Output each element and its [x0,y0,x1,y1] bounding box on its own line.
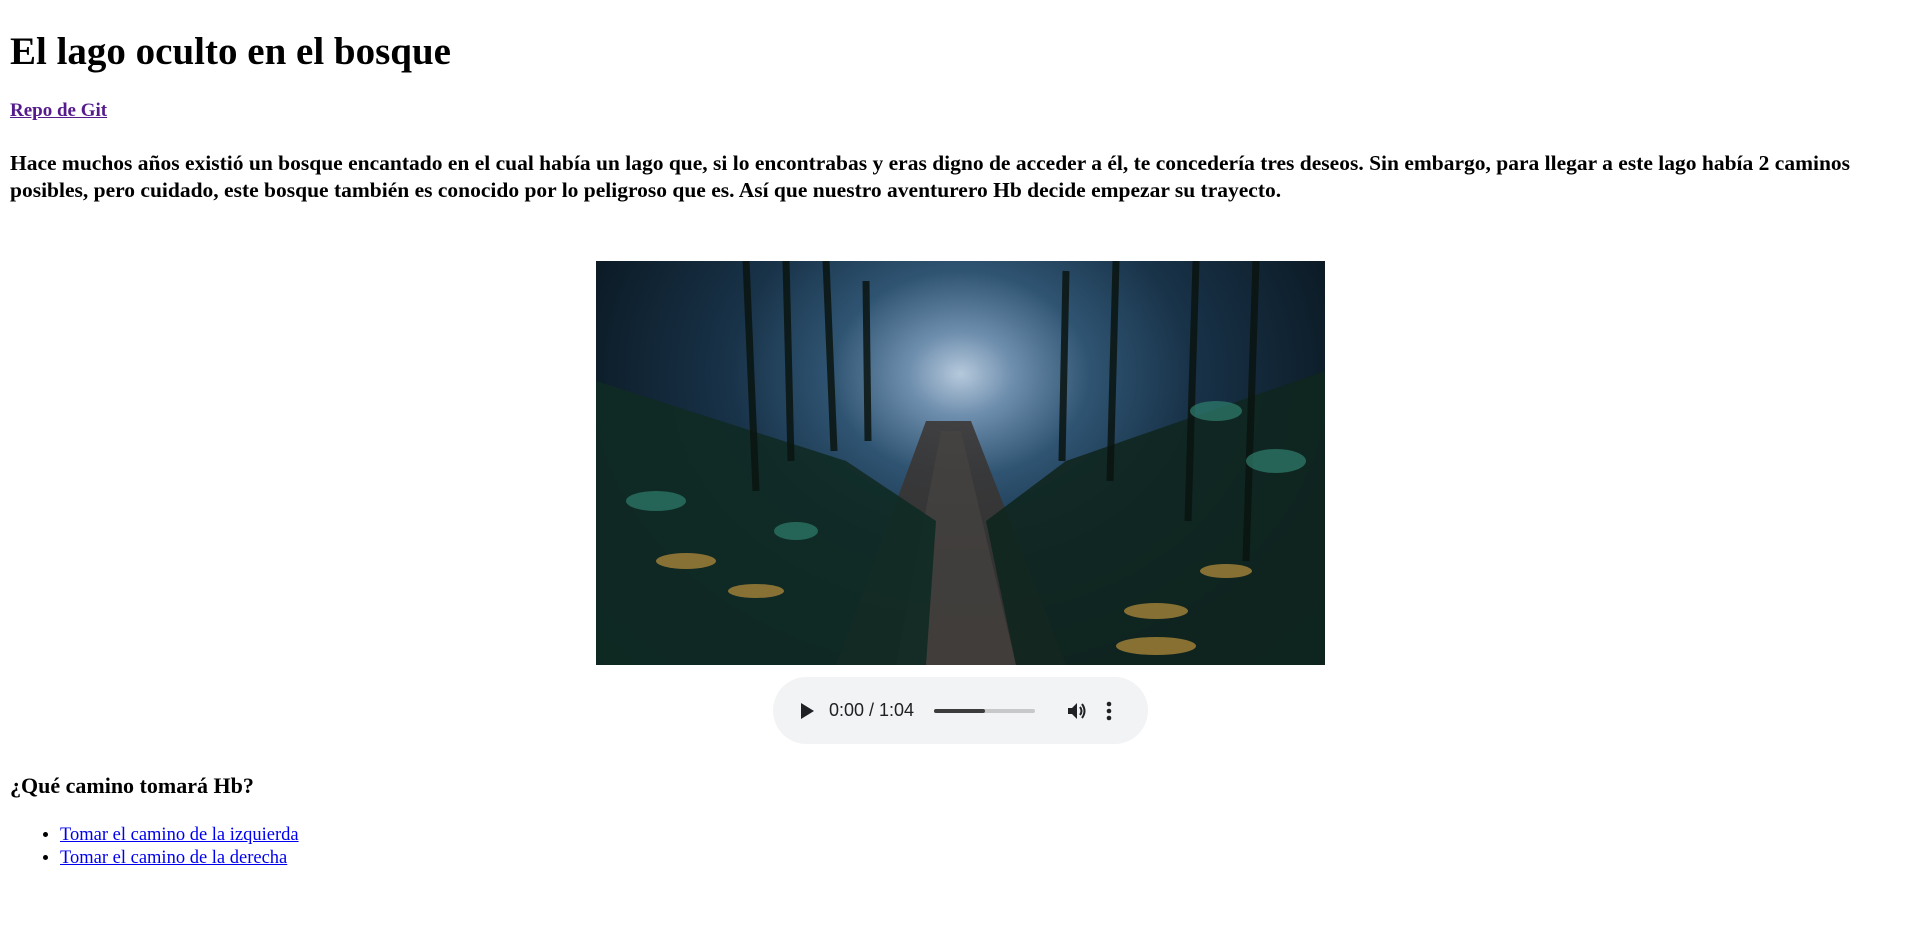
seek-buffered-fill [934,708,985,713]
list-item: Tomar el camino de la derecha [60,847,299,870]
audio-player[interactable]: 0:00 / 1:04 [773,677,1148,744]
list-item: Tomar el camino de la izquierda [60,824,299,847]
page: El lago oculto en el bosque Repo de Git … [0,30,1919,204]
seek-bar[interactable] [934,708,1035,713]
story-text: Hace muchos años existió un bosque encan… [10,151,1851,202]
forest-path-image [596,261,1325,665]
more-vert-icon[interactable] [1105,699,1113,723]
page-title: El lago oculto en el bosque [10,30,451,73]
choice-left-link[interactable]: Tomar el camino de la izquierda [60,825,299,845]
play-icon[interactable] [799,701,819,721]
repo-link[interactable]: Repo de Git [10,100,107,122]
choice-right-link[interactable]: Tomar el camino de la derecha [60,848,287,868]
time-display: 0:00 / 1:04 [829,700,915,720]
volume-icon[interactable] [1065,699,1089,723]
choices-list: Tomar el camino de la izquierda Tomar el… [10,824,299,870]
question-heading: ¿Qué camino tomará Hb? [10,773,254,798]
